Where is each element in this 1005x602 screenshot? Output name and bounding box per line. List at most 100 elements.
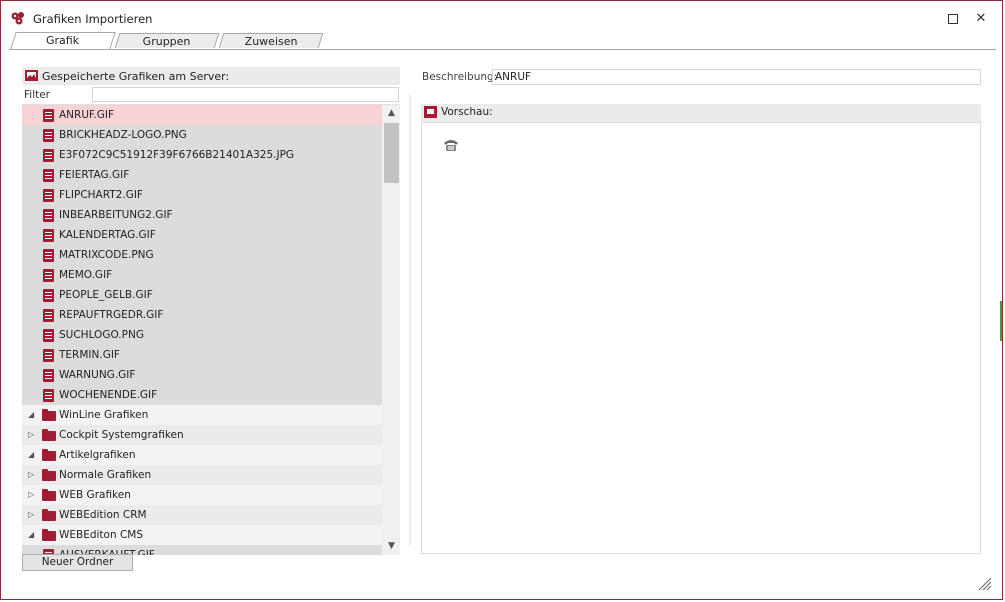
preview-icon [424, 106, 437, 118]
folder-icon [42, 529, 56, 541]
tree-folder-item[interactable]: ▷ Normale Grafiken [22, 465, 382, 485]
image-file-icon [43, 249, 54, 262]
graphics-tree: ANRUF.GIF BRICKHEADZ-LOGO.PNG E3F072C9C519… [22, 104, 400, 555]
scroll-thumb[interactable] [384, 123, 399, 183]
expand-arrow-icon[interactable]: ▷ [28, 485, 34, 505]
app-icon [11, 12, 24, 25]
scroll-up-icon[interactable]: ▲ [383, 105, 400, 122]
tree-folder-item[interactable]: ▷ WEB Grafiken [22, 485, 382, 505]
close-icon[interactable]: ✕ [972, 10, 990, 28]
tree-file-item[interactable]: INBEARBEITUNG2.GIF [22, 205, 382, 225]
image-file-icon [43, 209, 54, 222]
folder-icon [42, 429, 56, 441]
tree-folder-item[interactable]: ◢ Artikelgrafiken [22, 445, 382, 465]
tree-item-label: FEIERTAG.GIF [59, 169, 130, 181]
tree-item-label: Normale Grafiken [59, 469, 152, 481]
description-field[interactable]: ANRUF [492, 69, 981, 85]
image-file-icon [43, 309, 54, 322]
tree-file-item[interactable]: MEMO.GIF [22, 265, 382, 285]
tree-item-label: WinLine Grafiken [59, 409, 149, 421]
tree-rows: ANRUF.GIF BRICKHEADZ-LOGO.PNG E3F072C9C519… [22, 105, 382, 555]
tree-folder-item[interactable]: ▷ Cockpit Systemgrafiken [22, 425, 382, 445]
scroll-down-icon[interactable]: ▼ [383, 538, 400, 555]
tree-item-label: TERMIN.GIF [59, 349, 120, 361]
tree-item-label: KALENDERTAG.GIF [59, 229, 156, 241]
tree-item-label: E3F072C9C51912F39F6766B21401A325.JPG [59, 149, 295, 161]
tree-item-label: WEBEdition CRM [59, 509, 147, 521]
image-file-icon [43, 169, 54, 182]
expand-arrow-icon[interactable]: ▷ [28, 505, 34, 525]
window-title: Grafiken Importieren [33, 12, 153, 26]
preview-area [421, 122, 981, 554]
tree-item-label: BRICKHEADZ-LOGO.PNG [59, 129, 187, 141]
tree-item-label: INBEARBEITUNG2.GIF [59, 209, 173, 221]
maximize-icon[interactable] [944, 10, 962, 28]
folder-icon [42, 509, 56, 521]
filter-input[interactable] [92, 87, 399, 102]
new-folder-button[interactable]: Neuer Ordner [22, 554, 133, 571]
image-file-icon [43, 109, 54, 122]
tab-bar: Grafik Gruppen Zuweisen [9, 32, 996, 50]
image-file-icon [43, 369, 54, 382]
image-file-icon [43, 229, 54, 242]
tree-folder-item[interactable]: ◢ WEBEditon CMS [22, 525, 382, 545]
tree-file-item[interactable]: ANRUF.GIF [22, 105, 382, 125]
tree-file-item[interactable]: FLIPCHART2.GIF [22, 185, 382, 205]
saved-graphics-title: Gespeicherte Grafiken am Server: [42, 70, 230, 83]
tree-item-label: MEMO.GIF [59, 269, 113, 281]
tree-folder-item[interactable]: ▷ WEBEdition CRM [22, 505, 382, 525]
resize-grip-icon[interactable] [978, 577, 992, 591]
tree-file-item[interactable]: SUCHLOGO.PNG [22, 325, 382, 345]
tab-zuweisen[interactable]: Zuweisen [218, 33, 324, 48]
layers-icon [42, 409, 56, 421]
folder-icon [42, 449, 56, 461]
image-file-icon [43, 149, 54, 162]
folder-icon [42, 489, 56, 501]
tree-root-item[interactable]: ◢ WinLine Grafiken [22, 405, 382, 425]
tree-item-label: WEBEditon CMS [59, 529, 144, 541]
collapse-arrow-icon[interactable]: ◢ [28, 525, 34, 545]
expand-arrow-icon[interactable]: ▷ [28, 425, 34, 445]
tree-file-item[interactable]: BRICKHEADZ-LOGO.PNG [22, 125, 382, 145]
tab-gruppen[interactable]: Gruppen [114, 33, 220, 48]
edge-accent [1000, 301, 1002, 341]
image-file-icon [43, 129, 54, 142]
panel-splitter[interactable] [409, 95, 411, 545]
tree-item-label: WEB Grafiken [59, 489, 131, 501]
image-file-icon [43, 389, 54, 402]
filter-label: Filter [24, 89, 51, 101]
image-file-icon [43, 289, 54, 302]
tree-file-item[interactable]: E3F072C9C51912F39F6766B21401A325.JPG [22, 145, 382, 165]
tree-item-label: Artikelgrafiken [59, 449, 136, 461]
tree-item-label: Cockpit Systemgrafiken [59, 429, 184, 441]
image-file-icon [43, 329, 54, 342]
tab-grafik[interactable]: Grafik [10, 32, 116, 49]
tree-item-label: PEOPLE_GELB.GIF [59, 289, 153, 301]
tree-item-label: SUCHLOGO.PNG [59, 329, 144, 341]
image-file-icon [43, 349, 54, 362]
tree-file-item[interactable]: FEIERTAG.GIF [22, 165, 382, 185]
folder-icon [42, 469, 56, 481]
preview-header: Vorschau: [421, 104, 981, 122]
collapse-arrow-icon[interactable]: ◢ [28, 405, 34, 425]
tree-scrollbar[interactable]: ▲ ▼ [383, 105, 400, 555]
telephone-icon [444, 140, 458, 151]
tree-file-item[interactable]: MATRIXCODE.PNG [22, 245, 382, 265]
tree-file-item[interactable]: KALENDERTAG.GIF [22, 225, 382, 245]
description-label: Beschreibung: [422, 71, 498, 83]
tree-file-item[interactable]: REPAUFTRGEDR.GIF [22, 305, 382, 325]
image-file-icon [43, 269, 54, 282]
tree-file-item[interactable]: TERMIN.GIF [22, 345, 382, 365]
tree-item-label: WOCHENENDE.GIF [59, 389, 158, 401]
tree-file-item[interactable]: WARNUNG.GIF [22, 365, 382, 385]
tree-file-item[interactable]: PEOPLE_GELB.GIF [22, 285, 382, 305]
saved-graphics-header: Gespeicherte Grafiken am Server: [22, 67, 400, 85]
tree-item-label: MATRIXCODE.PNG [59, 249, 154, 261]
tree-item-label: WARNUNG.GIF [59, 369, 136, 381]
tree-file-item[interactable]: WOCHENENDE.GIF [22, 385, 382, 405]
gallery-icon [25, 70, 38, 81]
expand-arrow-icon[interactable]: ▷ [28, 465, 34, 485]
collapse-arrow-icon[interactable]: ◢ [28, 445, 34, 465]
tree-item-label: ANRUF.GIF [59, 109, 114, 121]
import-graphics-window: Grafiken Importieren ✕ Grafik Gruppen Zu… [0, 0, 1003, 600]
